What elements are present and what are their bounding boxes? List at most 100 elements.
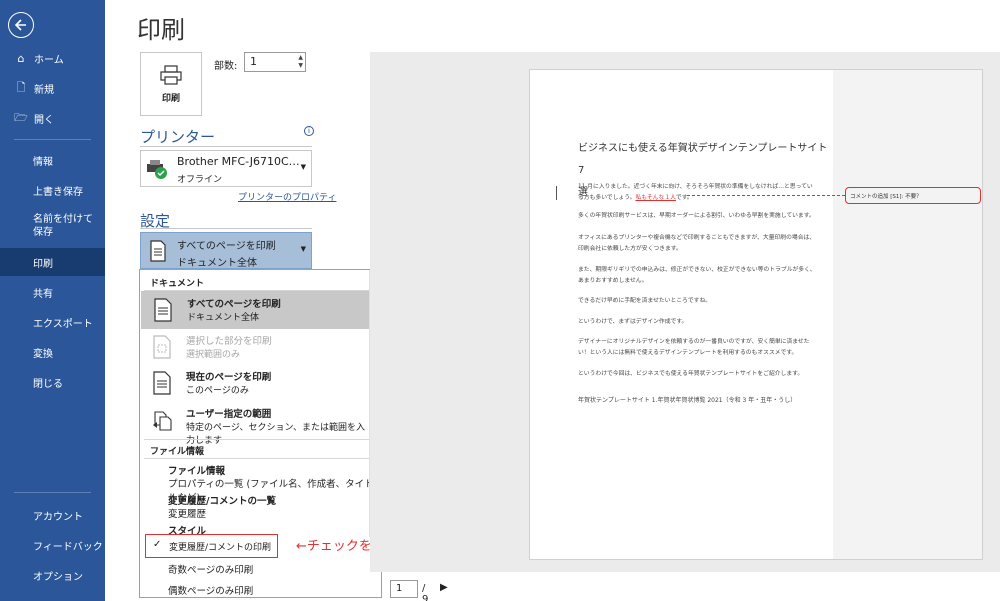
preview-paragraph: というわけで、まずはデザイン作成です。 xyxy=(578,319,688,325)
option-title: 現在のページを印刷 xyxy=(186,372,272,383)
page-total: / 9 xyxy=(422,583,429,601)
markup-pane xyxy=(833,70,982,559)
option-subtitle: ドキュメント全体 xyxy=(187,313,260,323)
sidebar-item-info[interactable]: 情報 xyxy=(0,152,105,168)
printer-divider xyxy=(140,146,312,147)
printer-icon xyxy=(160,64,182,85)
info-icon[interactable]: i xyxy=(304,126,314,136)
current-page-icon xyxy=(153,371,171,395)
copies-input[interactable]: 1 ▲ ▼ xyxy=(244,52,306,72)
preview-line: 11 月に入りました。近づく年末に向け、そろそろ年賀状の準備をしなければ…と思っ… xyxy=(578,184,813,190)
preview-paragraph: 多くの年賀状印刷サービスは、早期オーダーによる割引、いわゆる早割を実施しています… xyxy=(578,213,815,219)
printer-offline-icon xyxy=(147,160,167,179)
dropdown-divider xyxy=(144,458,369,459)
sidebar-item-account[interactable]: アカウント xyxy=(0,507,105,523)
print-button[interactable]: 印刷 xyxy=(140,52,202,116)
comment-marker xyxy=(556,186,557,200)
comment-balloon: コメントの追加 [S1]: 不要？ xyxy=(845,187,981,204)
printer-status: オフライン xyxy=(177,175,223,185)
checkmark-icon: ✓ xyxy=(153,539,162,550)
preview-commented-text: 私もそんな１人 xyxy=(635,195,676,201)
sidebar-item-export[interactable]: エクスポート xyxy=(0,314,105,330)
preview-text: る方も多いでしょう。 xyxy=(578,195,636,201)
sidebar-item-label: 情報 xyxy=(33,156,53,168)
sidebar-item-save[interactable]: 上書き保存 xyxy=(0,182,105,198)
comment-connector xyxy=(687,195,845,196)
document-pages-icon xyxy=(150,240,166,262)
preview-line: オフィスにあるプリンターや複合機などで印刷することもできますが、大量印刷の場合は… xyxy=(578,235,816,241)
preview-paragraph: というわけで今回は、ビジネスでも使える年賀状テンプレートサイトをご紹介します。 xyxy=(578,371,804,377)
printer-name: Brother MFC-J6710C… xyxy=(177,155,300,168)
sidebar-item-label: エクスポート xyxy=(33,318,93,330)
print-range-line2: ドキュメント全体 xyxy=(177,258,257,269)
preview-paragraph: できるだけ早めに手配を済ませたいところですね。 xyxy=(578,298,712,304)
sidebar-item-feedback[interactable]: フィードバック xyxy=(0,537,105,553)
printer-properties-link[interactable]: プリンターのプロパティ xyxy=(238,190,336,203)
all-pages-icon xyxy=(154,298,172,322)
back-arrow-icon xyxy=(14,19,26,31)
sidebar-item-label: 閉じる xyxy=(33,378,63,390)
sidebar-item-label: フィードバック xyxy=(33,541,103,553)
option-markup-list[interactable]: 変更履歴/コメントの一覧 xyxy=(168,493,276,507)
dropdown-header-document: ドキュメント xyxy=(150,279,205,289)
option-print-selection: 選択した部分を印刷 選択範囲のみ xyxy=(140,328,369,366)
option-print-markup-label: 変更履歴/コメントの印刷 xyxy=(169,543,272,553)
preview-paragraph: また、期限ギリギリでの申込みは、修正ができない、校正ができない等のトラブルが多く… xyxy=(578,265,830,287)
dropdown-header-fileinfo: ファイル情報 xyxy=(150,447,205,457)
back-button[interactable] xyxy=(8,12,34,38)
custom-range-icon xyxy=(153,411,172,431)
print-range-line1: すべてのページを印刷 xyxy=(177,241,276,252)
preview-line: 印刷会社に依頼した方が安くつきます。 xyxy=(578,246,682,252)
option-title: ユーザー指定の範囲 xyxy=(186,409,272,420)
folder-icon: 🗁 xyxy=(14,110,28,124)
preview-paragraph: 年賀状テンプレートサイト 1.年賀状年賀状博覧 2021（令和 3 年・丑年・う… xyxy=(578,397,797,404)
sidebar-divider xyxy=(14,139,91,140)
sidebar-item-transform[interactable]: 変換 xyxy=(0,344,105,360)
printer-heading: プリンター xyxy=(140,128,216,146)
backstage-sidebar: ⌂ ホーム 🗋 新規 🗁 開く 情報 上書き保存 名前を付けて保存 印刷 共有 … xyxy=(0,0,105,601)
sidebar-item-label: オプション xyxy=(33,571,83,583)
copies-value: 1 xyxy=(250,55,257,68)
next-page-arrow-icon[interactable]: ▶ xyxy=(440,582,448,593)
sidebar-item-print[interactable]: 印刷 xyxy=(0,248,105,276)
sidebar-item-label: ホーム xyxy=(34,54,64,66)
option-print-markup[interactable]: ✓ 変更履歴/コメントの印刷 xyxy=(145,534,278,558)
copies-label: 部数: xyxy=(214,61,238,72)
sidebar-item-label: 開く xyxy=(34,114,54,126)
sidebar-item-label: アカウント xyxy=(33,511,83,523)
sidebar-item-options[interactable]: オプション xyxy=(0,567,105,583)
option-even-pages[interactable]: 偶数ページのみ印刷 xyxy=(168,583,253,597)
dropdown-divider xyxy=(144,439,369,440)
preview-line: また、期限ギリギリでの申込みは、修正ができない、校正ができない等のトラブルが多く… xyxy=(578,267,816,273)
option-subtitle: 選択範囲のみ xyxy=(186,350,241,360)
copies-spinner[interactable]: ▲ ▼ xyxy=(298,54,303,70)
sidebar-item-label: 共有 xyxy=(33,288,53,300)
settings-divider xyxy=(140,228,312,229)
sidebar-item-close[interactable]: 閉じる xyxy=(0,374,105,390)
sidebar-item-open[interactable]: 🗁 開く xyxy=(0,110,105,126)
sidebar-item-save-as[interactable]: 名前を付けて保存 xyxy=(0,212,105,240)
chevron-down-icon: ▼ xyxy=(300,163,306,171)
selection-icon xyxy=(153,335,171,359)
sidebar-item-label: 新規 xyxy=(34,84,54,96)
preview-paragraph: 11 月に入りました。近づく年末に向け、そろそろ年賀状の準備をしなければ…と思っ… xyxy=(578,182,830,204)
sidebar-item-label: 変換 xyxy=(33,348,53,360)
option-print-all[interactable]: すべてのページを印刷 ドキュメント全体 xyxy=(141,291,369,329)
sidebar-item-new[interactable]: 🗋 新規 xyxy=(0,80,105,96)
preview-paragraph: デザイナーにオリジナルデザインを依頼するのが一番良いのですが、安く簡単に済ませた… xyxy=(578,337,830,359)
option-title: すべてのページを印刷 xyxy=(187,299,281,310)
option-print-current-page[interactable]: 現在のページを印刷 このページのみ xyxy=(140,364,369,402)
option-custom-range[interactable]: ユーザー指定の範囲 特定のページ、セクション、または範囲を入力します xyxy=(140,401,369,446)
page-number-input[interactable]: 1 xyxy=(390,580,418,598)
option-file-info[interactable]: ファイル情報 xyxy=(168,463,225,477)
new-document-icon: 🗋 xyxy=(16,80,26,94)
print-button-label: 印刷 xyxy=(161,93,180,104)
option-odd-pages[interactable]: 奇数ページのみ印刷 xyxy=(168,562,253,576)
printer-select[interactable]: Brother MFC-J6710C… オフライン ▼ xyxy=(140,150,312,187)
preview-line: デザイナーにオリジナルデザインを依頼するのが一番良いのですが、安く簡単に済ませた xyxy=(578,339,810,345)
sidebar-item-share[interactable]: 共有 xyxy=(0,284,105,300)
option-markup-list-sub: 変更履歴 xyxy=(168,509,207,520)
sidebar-item-home[interactable]: ⌂ ホーム xyxy=(0,50,105,66)
print-range-select[interactable]: すべてのページを印刷 ドキュメント全体 ▼ xyxy=(140,232,312,269)
preview-title-line1: ビジネスにも使える年賀状デザインテンプレートサイト 7 xyxy=(578,143,837,176)
